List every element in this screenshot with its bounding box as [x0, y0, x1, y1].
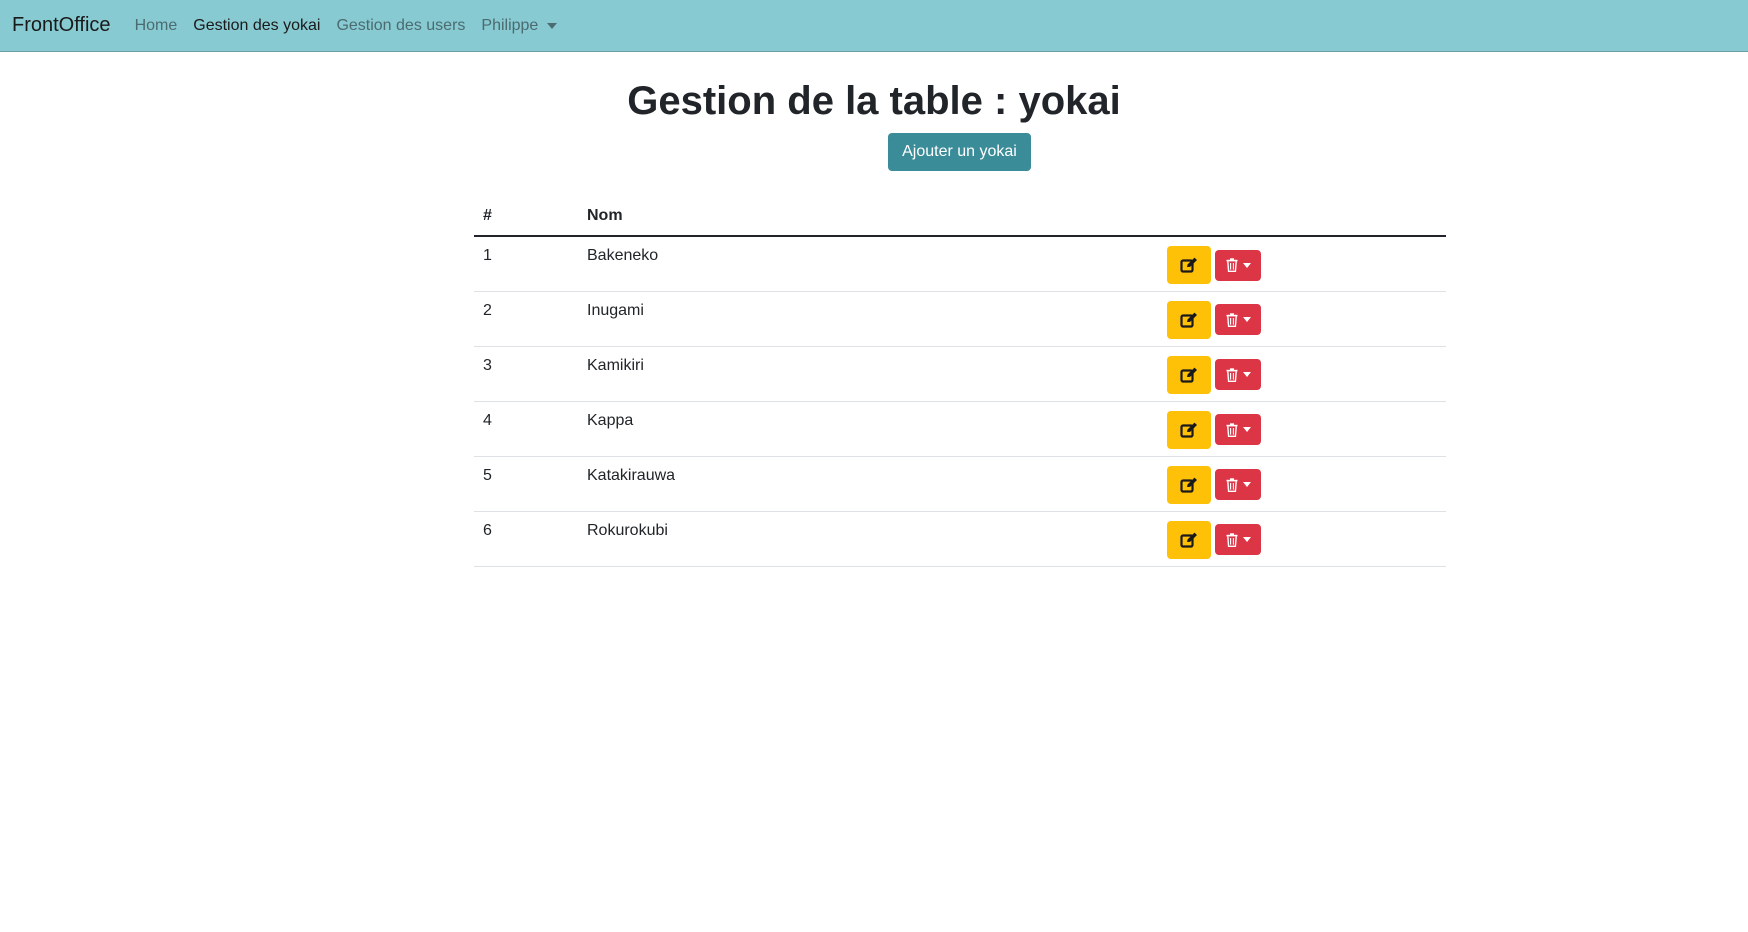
edit-button[interactable] [1167, 355, 1211, 394]
row-name: Rokurokubi [578, 511, 1158, 567]
trash-icon [1226, 532, 1237, 547]
caret-down-icon [1242, 372, 1251, 377]
row-actions [1158, 291, 1446, 347]
caret-down-icon [1242, 537, 1251, 542]
edit-icon [1180, 312, 1197, 328]
caret-down-icon [1242, 482, 1251, 487]
row-name: Katakirauwa [578, 456, 1158, 512]
edit-icon [1180, 477, 1197, 493]
row-actions [1158, 456, 1446, 512]
edit-icon [1180, 422, 1197, 438]
row-id: 6 [474, 511, 578, 567]
nav-link-home[interactable]: Home [135, 17, 178, 35]
caret-down-icon [1242, 427, 1251, 432]
brand-link[interactable]: FrontOffice [12, 14, 111, 37]
page-title: Gestion de la table : yokai [627, 79, 1121, 123]
yokai-table: # Nom 1 Bakeneko 2 Inugami 3 Kamikiri 4 … [474, 196, 1446, 567]
trash-icon [1226, 477, 1237, 492]
row-name: Kappa [578, 401, 1158, 457]
row-id: 2 [474, 291, 578, 347]
edit-button[interactable] [1167, 246, 1211, 284]
row-id: 5 [474, 456, 578, 512]
row-id: 4 [474, 401, 578, 457]
top-navbar: FrontOffice Home Gestion des yokai Gesti… [0, 0, 1748, 52]
table-row: 3 Kamikiri [474, 346, 1446, 402]
trash-icon [1226, 258, 1237, 272]
delete-dropdown-button[interactable] [1215, 249, 1261, 281]
column-header-id: # [474, 196, 578, 237]
row-actions [1158, 401, 1446, 457]
edit-button[interactable] [1167, 410, 1211, 449]
table-body: 1 Bakeneko 2 Inugami 3 Kamikiri 4 Kappa … [474, 236, 1446, 567]
edit-icon [1180, 367, 1197, 383]
table-row: 6 Rokurokubi [474, 511, 1446, 567]
edit-button[interactable] [1167, 520, 1211, 559]
row-name: Bakeneko [578, 236, 1158, 292]
row-id: 3 [474, 346, 578, 402]
edit-icon [1180, 532, 1197, 548]
nav-link-users[interactable]: Gestion des users [336, 17, 465, 35]
table-row: 1 Bakeneko [474, 236, 1446, 292]
user-menu-label: Philippe [481, 16, 539, 34]
caret-down-icon [1242, 317, 1251, 322]
row-actions [1158, 511, 1446, 567]
delete-dropdown-button[interactable] [1215, 414, 1261, 445]
edit-button[interactable] [1167, 300, 1211, 339]
row-id: 1 [474, 236, 578, 292]
row-actions [1158, 236, 1446, 292]
delete-dropdown-button[interactable] [1215, 469, 1261, 500]
row-actions [1158, 346, 1446, 402]
row-name: Inugami [578, 291, 1158, 347]
table-row: 2 Inugami [474, 291, 1446, 347]
column-header-name: Nom [578, 196, 1158, 237]
nav-link-yokai[interactable]: Gestion des yokai [193, 17, 320, 35]
user-menu-dropdown[interactable]: Philippe [481, 16, 558, 35]
add-yokai-button[interactable]: Ajouter un yokai [888, 133, 1031, 171]
table-header-row: # Nom [474, 196, 1446, 237]
edit-icon [1180, 257, 1197, 273]
edit-button[interactable] [1167, 465, 1211, 504]
column-header-actions [1158, 196, 1446, 237]
delete-dropdown-button[interactable] [1215, 524, 1261, 555]
caret-down-icon [1242, 262, 1251, 268]
row-name: Kamikiri [578, 346, 1158, 402]
delete-dropdown-button[interactable] [1215, 359, 1261, 390]
table-row: 4 Kappa [474, 401, 1446, 457]
delete-dropdown-button[interactable] [1215, 304, 1261, 335]
trash-icon [1226, 312, 1237, 327]
table-row: 5 Katakirauwa [474, 456, 1446, 512]
caret-down-icon [547, 22, 558, 29]
trash-icon [1226, 367, 1237, 382]
trash-icon [1226, 422, 1237, 437]
